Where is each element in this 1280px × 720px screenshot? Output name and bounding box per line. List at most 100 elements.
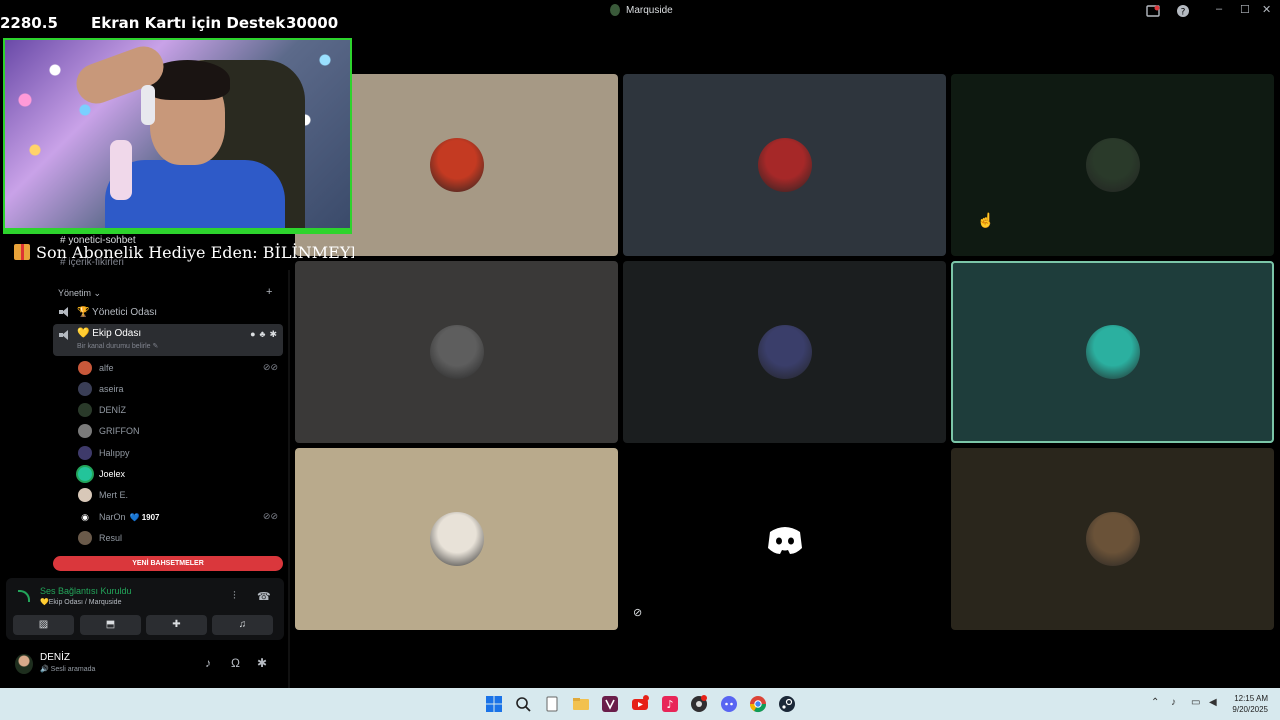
editor-app-icon[interactable] (601, 695, 619, 713)
voice-status[interactable]: Ses Bağlantısı Kuruldu (40, 586, 132, 596)
avatar (78, 467, 92, 481)
streamer-shirt (105, 160, 285, 232)
tile-user-5[interactable] (623, 261, 946, 443)
voice-location[interactable]: 💛Ekip Odası / Marquside (40, 598, 121, 606)
tray-mic-icon[interactable]: ♪ (1171, 697, 1176, 708)
windows-start-icon[interactable] (485, 695, 503, 713)
inbox-icon[interactable] (1146, 4, 1160, 18)
channel-status-prompt[interactable]: Bir kanal durumu belirle ✎ (77, 342, 158, 350)
invite-icon[interactable]: ♣ (260, 329, 266, 340)
gear-icon[interactable]: ✱ (269, 329, 277, 340)
add-channel-button[interactable]: + (266, 286, 272, 298)
discord-taskbar-icon[interactable] (720, 695, 738, 713)
notepad-icon[interactable] (543, 695, 561, 713)
gamepad-icon: ✚ (172, 619, 181, 630)
channel-label: 💛 Ekip Odası (77, 328, 142, 339)
sidebar-divider (288, 270, 290, 688)
search-icon[interactable] (514, 695, 532, 713)
speaker-icon (59, 330, 71, 340)
overlay-goal-target: 30000 (286, 14, 339, 32)
member-name: aseira (99, 384, 124, 394)
tile-user-7[interactable] (295, 448, 618, 630)
voice-member[interactable]: Halıppy (78, 443, 278, 463)
avatar (429, 325, 484, 379)
tile-user-8[interactable] (623, 448, 946, 630)
minimize-button[interactable]: – (1216, 3, 1222, 15)
category-yonetim[interactable]: Yönetim ⌄ (58, 288, 101, 299)
server-icon (610, 4, 620, 16)
avatar (1085, 512, 1140, 566)
close-button[interactable]: ✕ (1262, 3, 1271, 16)
deafened-icon: ⊘ (633, 607, 643, 619)
avatar (78, 446, 92, 460)
voice-member[interactable]: Resul (78, 528, 278, 548)
microphone-icon[interactable]: ♪ (205, 656, 211, 670)
headphones-icon[interactable]: Ω (231, 656, 240, 670)
channel-label: 🏆 Yönetici Odası (77, 306, 158, 318)
webcam-overlay (3, 38, 352, 234)
tile-user-6[interactable] (951, 261, 1274, 443)
file-explorer-icon[interactable] (572, 695, 590, 713)
clock-time: 12:15 AM (1234, 694, 1268, 703)
taskbar-clock[interactable]: 12:15 AM 9/20/2025 (1224, 693, 1268, 715)
new-mentions-button[interactable]: YENİ BAHSETMELER (53, 556, 283, 571)
tray-volume-icon[interactable]: ◀ (1209, 697, 1217, 708)
voice-channel-ekip-odasi[interactable]: 💛 Ekip Odası Bir kanal durumu belirle ✎ … (53, 324, 283, 356)
voice-member[interactable]: Joelex (78, 464, 278, 484)
voice-member[interactable]: GRIFFON (78, 421, 278, 441)
chevron-down-icon: ⌄ (93, 288, 102, 298)
noise-suppression-icon[interactable]: ⫶ (233, 590, 236, 603)
tile-user-3[interactable] (951, 74, 1274, 256)
svg-text:♪: ♪ (666, 698, 673, 711)
tile-user-4[interactable] (295, 261, 618, 443)
muted-deafened-icon: ⊘⊘ (262, 362, 278, 372)
overlay-left-value: 2280.5 (0, 14, 58, 32)
voice-member[interactable]: Mert E. (78, 485, 278, 505)
svg-text:?: ? (1181, 8, 1186, 18)
channel-actions: ● ♣ ✱ (250, 329, 277, 340)
member-badge: 💙 1907 (129, 512, 160, 522)
tiktok-icon[interactable]: ♪ (661, 695, 679, 713)
obs-icon[interactable] (690, 695, 708, 713)
voice-channel-yonetici-odasi[interactable]: 🏆 Yönetici Odası (53, 301, 283, 323)
category-label: Yönetim (58, 288, 92, 298)
username[interactable]: DENİZ (40, 652, 70, 663)
soundboard-button[interactable]: ♫ (212, 615, 273, 635)
member-name: Mert E. (99, 490, 129, 500)
overlay-goal-title: Ekran Kartı için Destek (91, 14, 286, 32)
tile-user-9[interactable] (951, 448, 1274, 630)
tile-user-2[interactable] (623, 74, 946, 256)
user-status: 🔊 Sesli aramada (40, 666, 96, 673)
avatar (78, 531, 92, 545)
steam-icon[interactable] (778, 695, 796, 713)
avatar (757, 325, 812, 379)
avatar (429, 512, 484, 566)
soundboard-icon: ♫ (238, 619, 247, 630)
microphone (110, 140, 132, 200)
screen-share-button[interactable]: ⬒ (80, 615, 141, 635)
help-icon[interactable]: ? (1176, 4, 1190, 18)
last-gift-sub-banner: Son Abonelik Hediye Eden: BİLİNMEYE (14, 243, 354, 262)
window-title: Marquside (610, 4, 673, 16)
disconnect-icon[interactable]: ☎ (257, 590, 271, 603)
maximize-button[interactable]: ☐ (1240, 3, 1250, 16)
speaker-icon (59, 307, 71, 317)
gear-icon[interactable]: ✱ (257, 656, 267, 670)
chat-icon[interactable]: ● (250, 329, 255, 340)
avatar[interactable] (15, 654, 33, 674)
chrome-icon[interactable] (749, 695, 767, 713)
screen: Marquside ? – ☐ ✕ # yonetici-sohbet # iç… (0, 0, 1280, 720)
tray-network-icon[interactable]: ▭ (1191, 697, 1200, 708)
camera-off-button[interactable]: ▨ (13, 615, 74, 635)
avatar (1085, 325, 1140, 379)
youtube-icon[interactable] (631, 695, 649, 713)
activity-button[interactable]: ✚ (146, 615, 207, 635)
voice-member[interactable]: alfe ⊘⊘ (78, 358, 278, 378)
voice-member[interactable]: ◉ NarOn 💙 1907 ⊘⊘ (78, 507, 278, 527)
discord-icon: ◉ (78, 510, 92, 524)
tray-overflow-icon[interactable]: ⌃ (1151, 697, 1159, 708)
voice-member[interactable]: DENİZ (78, 400, 278, 420)
voice-member[interactable]: aseira (78, 379, 278, 399)
member-name: DENİZ (99, 405, 126, 415)
avatar (1085, 138, 1140, 192)
